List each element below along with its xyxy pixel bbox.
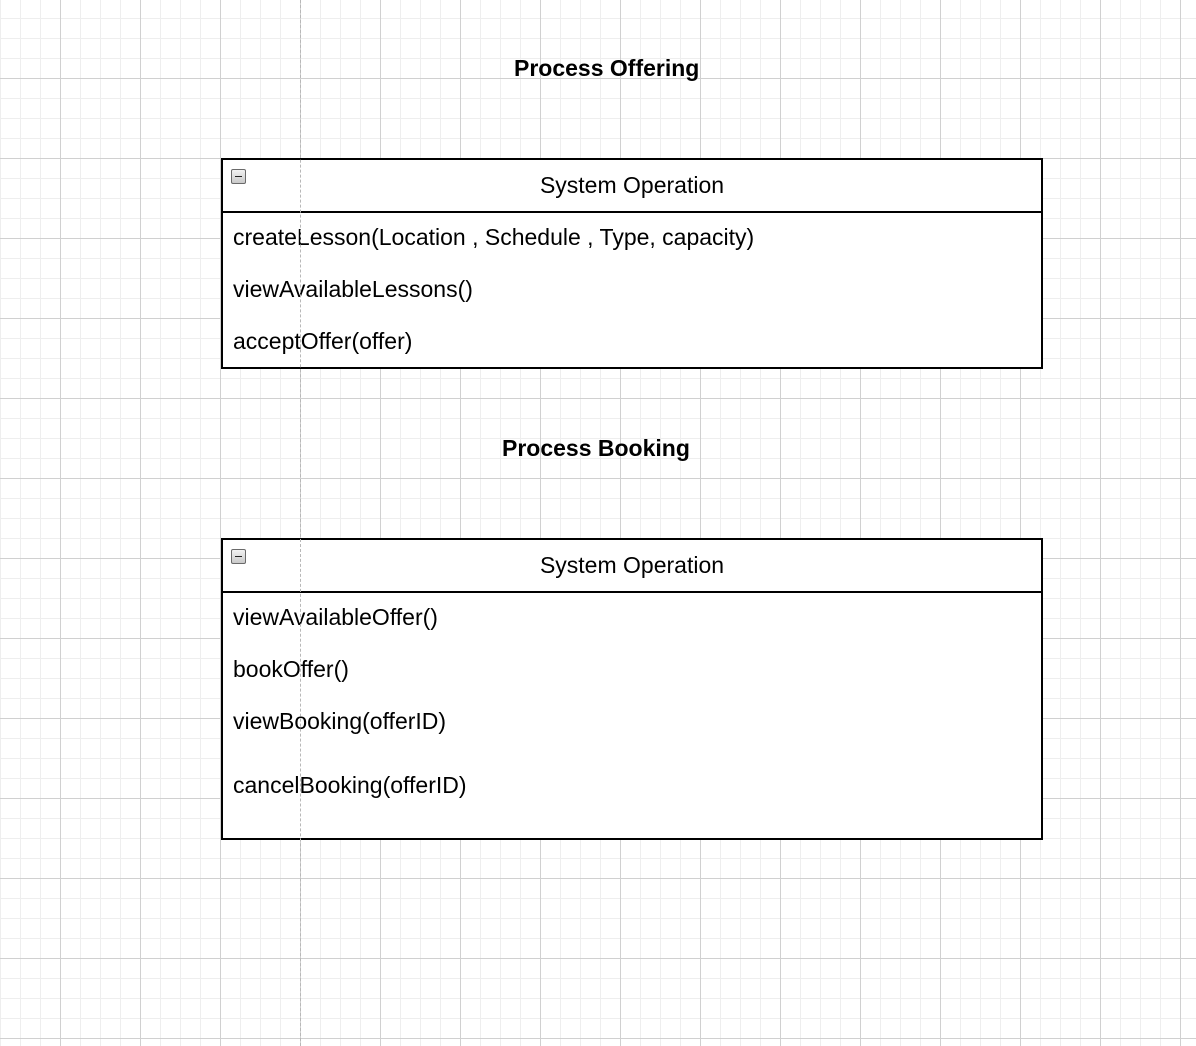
vertical-guide-line [300, 0, 301, 1046]
process-booking-class-box[interactable]: System Operation viewAvailableOffer() bo… [221, 538, 1043, 840]
class-box-header[interactable]: System Operation [223, 160, 1041, 213]
class-box-header-label: System Operation [539, 172, 725, 198]
class-box-header-label: System Operation [539, 552, 725, 578]
process-offering-class-box[interactable]: System Operation createLesson(Location ,… [221, 158, 1043, 369]
class-box-header[interactable]: System Operation [223, 540, 1041, 593]
process-offering-title[interactable]: Process Offering [514, 55, 699, 82]
operation-item[interactable]: viewAvailableOffer() [233, 604, 438, 631]
diagram-canvas[interactable]: Process Offering System Operation create… [0, 0, 1196, 1046]
operation-item[interactable]: cancelBooking(offerID) [233, 772, 467, 799]
operation-item[interactable]: acceptOffer(offer) [233, 328, 412, 355]
operation-item[interactable]: bookOffer() [233, 656, 349, 683]
operation-item[interactable]: createLesson(Location , Schedule , Type,… [233, 224, 754, 251]
operation-item[interactable]: viewBooking(offerID) [233, 708, 446, 735]
process-booking-title[interactable]: Process Booking [502, 435, 690, 462]
operation-item[interactable]: viewAvailableLessons() [233, 276, 473, 303]
